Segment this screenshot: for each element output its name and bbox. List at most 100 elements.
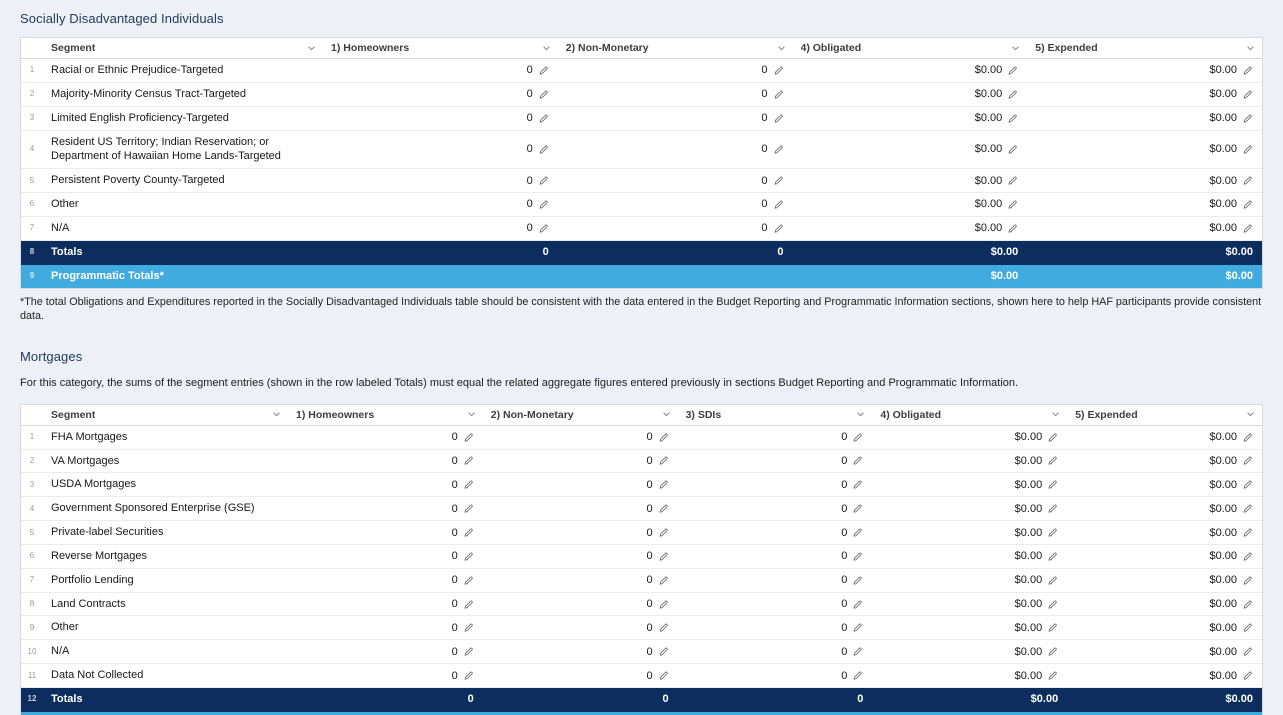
edit-icon[interactable] bbox=[773, 89, 784, 100]
edit-icon[interactable] bbox=[1047, 479, 1058, 490]
edit-icon[interactable] bbox=[852, 432, 863, 443]
edit-icon[interactable] bbox=[538, 65, 549, 76]
edit-icon[interactable] bbox=[1007, 223, 1018, 234]
edit-icon[interactable] bbox=[658, 479, 669, 490]
column-header-5-expended[interactable]: 5) Expended bbox=[1067, 409, 1262, 421]
column-header-1-homeowners[interactable]: 1) Homeowners bbox=[323, 42, 558, 54]
edit-icon[interactable] bbox=[773, 65, 784, 76]
edit-icon[interactable] bbox=[463, 551, 474, 562]
edit-icon[interactable] bbox=[1007, 89, 1018, 100]
edit-icon[interactable] bbox=[852, 599, 863, 610]
edit-icon[interactable] bbox=[852, 527, 863, 538]
edit-icon[interactable] bbox=[658, 575, 669, 586]
column-header-4-obligated[interactable]: 4) Obligated bbox=[793, 42, 1028, 54]
edit-icon[interactable] bbox=[658, 646, 669, 657]
edit-icon[interactable] bbox=[658, 527, 669, 538]
edit-icon[interactable] bbox=[773, 223, 784, 234]
edit-icon[interactable] bbox=[1007, 113, 1018, 124]
edit-icon[interactable] bbox=[773, 144, 784, 155]
edit-icon[interactable] bbox=[852, 479, 863, 490]
column-header-2-non-monetary[interactable]: 2) Non-Monetary bbox=[558, 42, 793, 54]
edit-icon[interactable] bbox=[538, 144, 549, 155]
edit-icon[interactable] bbox=[538, 199, 549, 210]
edit-icon[interactable] bbox=[773, 113, 784, 124]
edit-icon[interactable] bbox=[1047, 551, 1058, 562]
edit-icon[interactable] bbox=[1047, 432, 1058, 443]
edit-icon[interactable] bbox=[1047, 670, 1058, 681]
chevron-down-icon[interactable] bbox=[662, 410, 671, 419]
edit-icon[interactable] bbox=[852, 455, 863, 466]
chevron-down-icon[interactable] bbox=[272, 410, 281, 419]
edit-icon[interactable] bbox=[1242, 551, 1253, 562]
edit-icon[interactable] bbox=[852, 503, 863, 514]
edit-icon[interactable] bbox=[463, 455, 474, 466]
edit-icon[interactable] bbox=[1007, 199, 1018, 210]
edit-icon[interactable] bbox=[1242, 175, 1253, 186]
column-header-4-obligated[interactable]: 4) Obligated bbox=[872, 409, 1067, 421]
edit-icon[interactable] bbox=[463, 575, 474, 586]
edit-icon[interactable] bbox=[538, 175, 549, 186]
edit-icon[interactable] bbox=[538, 113, 549, 124]
edit-icon[interactable] bbox=[1242, 503, 1253, 514]
chevron-down-icon[interactable] bbox=[467, 410, 476, 419]
edit-icon[interactable] bbox=[658, 432, 669, 443]
edit-icon[interactable] bbox=[1047, 646, 1058, 657]
edit-icon[interactable] bbox=[1047, 455, 1058, 466]
edit-icon[interactable] bbox=[852, 646, 863, 657]
edit-icon[interactable] bbox=[658, 599, 669, 610]
edit-icon[interactable] bbox=[852, 575, 863, 586]
edit-icon[interactable] bbox=[852, 622, 863, 633]
edit-icon[interactable] bbox=[773, 175, 784, 186]
column-header-3-sdis[interactable]: 3) SDIs bbox=[678, 409, 873, 421]
edit-icon[interactable] bbox=[463, 646, 474, 657]
edit-icon[interactable] bbox=[1242, 113, 1253, 124]
edit-icon[interactable] bbox=[658, 455, 669, 466]
edit-icon[interactable] bbox=[1047, 527, 1058, 538]
chevron-down-icon[interactable] bbox=[542, 44, 551, 53]
edit-icon[interactable] bbox=[1242, 622, 1253, 633]
edit-icon[interactable] bbox=[1242, 223, 1253, 234]
edit-icon[interactable] bbox=[1007, 144, 1018, 155]
chevron-down-icon[interactable] bbox=[1246, 410, 1255, 419]
column-header-5-expended[interactable]: 5) Expended bbox=[1027, 42, 1262, 54]
edit-icon[interactable] bbox=[538, 89, 549, 100]
edit-icon[interactable] bbox=[1242, 479, 1253, 490]
chevron-down-icon[interactable] bbox=[1051, 410, 1060, 419]
column-header-segment[interactable]: Segment bbox=[43, 409, 288, 421]
chevron-down-icon[interactable] bbox=[1011, 44, 1020, 53]
edit-icon[interactable] bbox=[463, 527, 474, 538]
edit-icon[interactable] bbox=[1242, 432, 1253, 443]
column-header-2-non-monetary[interactable]: 2) Non-Monetary bbox=[483, 409, 678, 421]
edit-icon[interactable] bbox=[852, 551, 863, 562]
edit-icon[interactable] bbox=[538, 223, 549, 234]
edit-icon[interactable] bbox=[658, 551, 669, 562]
edit-icon[interactable] bbox=[1007, 175, 1018, 186]
edit-icon[interactable] bbox=[658, 670, 669, 681]
edit-icon[interactable] bbox=[1047, 503, 1058, 514]
edit-icon[interactable] bbox=[1242, 646, 1253, 657]
edit-icon[interactable] bbox=[773, 199, 784, 210]
edit-icon[interactable] bbox=[658, 622, 669, 633]
column-header-segment[interactable]: Segment bbox=[43, 42, 323, 54]
edit-icon[interactable] bbox=[852, 670, 863, 681]
edit-icon[interactable] bbox=[1242, 575, 1253, 586]
edit-icon[interactable] bbox=[463, 432, 474, 443]
column-header-1-homeowners[interactable]: 1) Homeowners bbox=[288, 409, 483, 421]
edit-icon[interactable] bbox=[1242, 144, 1253, 155]
edit-icon[interactable] bbox=[463, 503, 474, 514]
edit-icon[interactable] bbox=[1242, 199, 1253, 210]
chevron-down-icon[interactable] bbox=[307, 44, 316, 53]
edit-icon[interactable] bbox=[1242, 455, 1253, 466]
chevron-down-icon[interactable] bbox=[777, 44, 786, 53]
edit-icon[interactable] bbox=[1047, 575, 1058, 586]
edit-icon[interactable] bbox=[463, 479, 474, 490]
chevron-down-icon[interactable] bbox=[856, 410, 865, 419]
edit-icon[interactable] bbox=[1047, 599, 1058, 610]
chevron-down-icon[interactable] bbox=[1246, 44, 1255, 53]
edit-icon[interactable] bbox=[463, 670, 474, 681]
edit-icon[interactable] bbox=[658, 503, 669, 514]
edit-icon[interactable] bbox=[463, 599, 474, 610]
edit-icon[interactable] bbox=[1007, 65, 1018, 76]
edit-icon[interactable] bbox=[1242, 65, 1253, 76]
edit-icon[interactable] bbox=[1242, 527, 1253, 538]
